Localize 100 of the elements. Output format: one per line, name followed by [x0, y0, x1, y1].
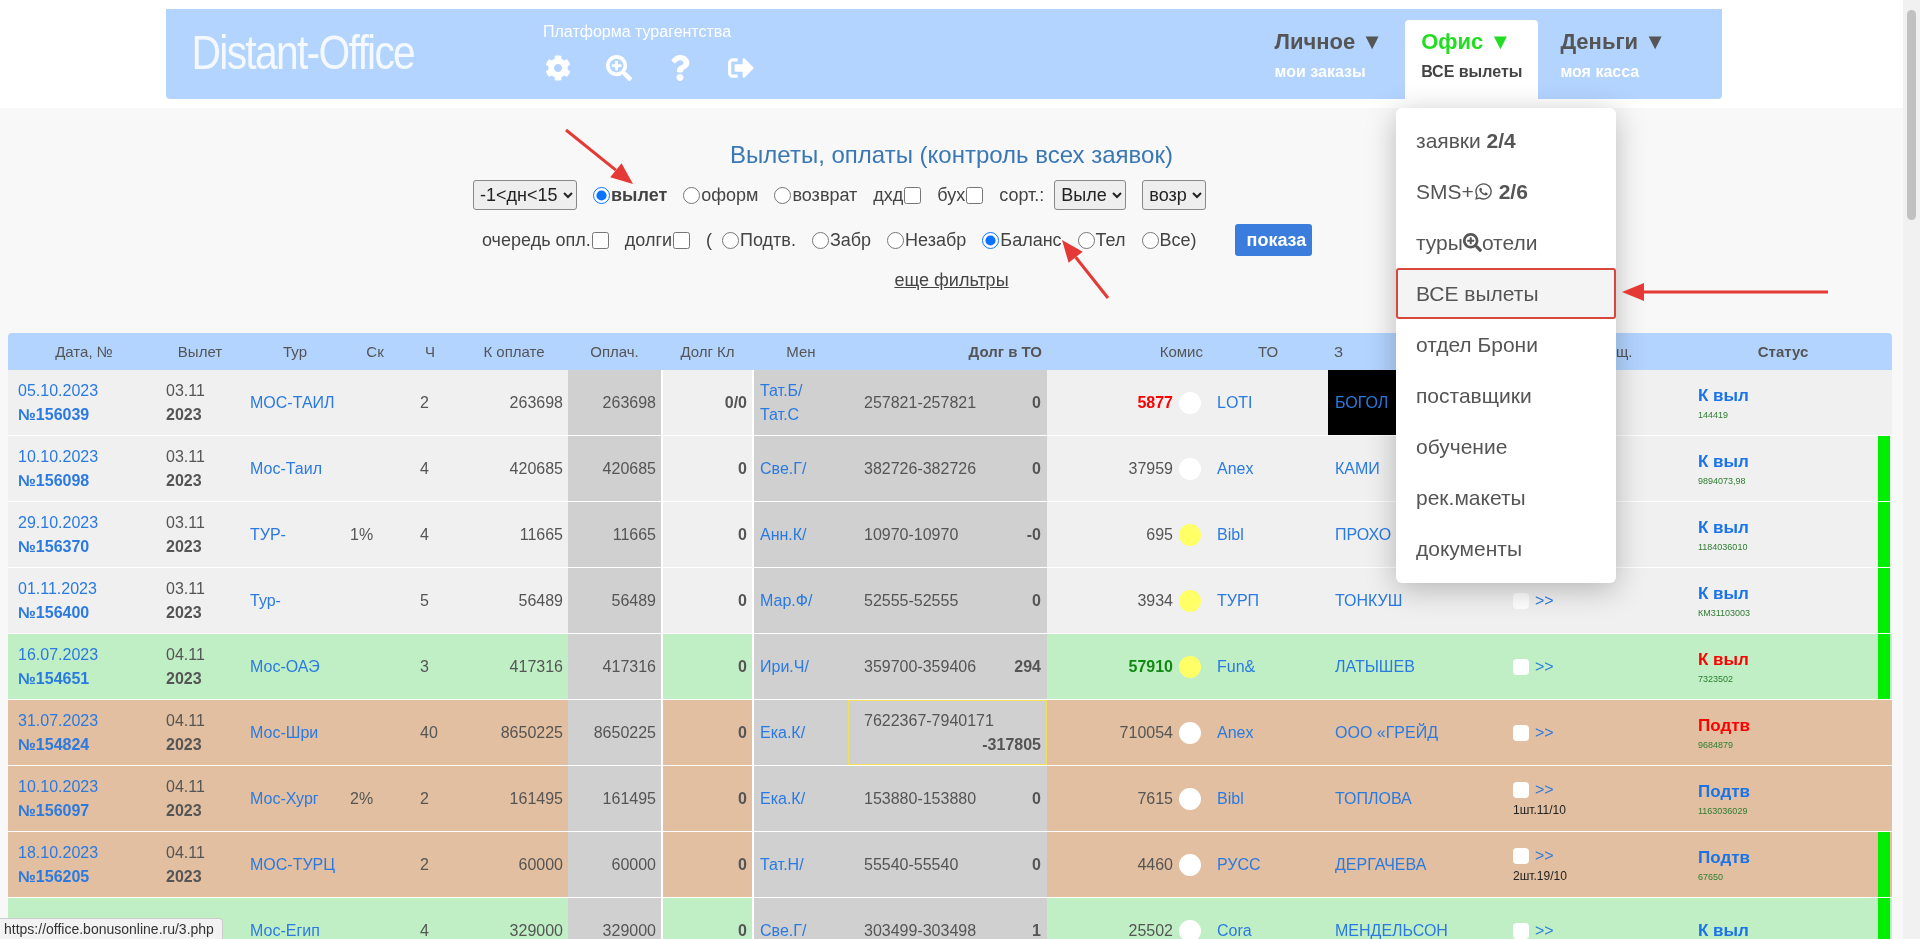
tour-link[interactable]: ТУР- [250, 525, 286, 544]
checkbox[interactable] [1513, 781, 1529, 798]
checkbox[interactable] [591, 231, 609, 249]
status-text[interactable]: К выл [1698, 649, 1878, 670]
order-date[interactable]: 18.10.2023 [18, 843, 99, 862]
filter-select[interactable]: возр [1142, 180, 1207, 210]
status-text[interactable]: К выл [1698, 517, 1878, 538]
manager-link[interactable]: Ири.Ч/ [760, 657, 809, 676]
order-number[interactable]: №156370 [18, 537, 90, 556]
radio-button[interactable] [887, 231, 905, 249]
column-header[interactable]: ТО [1208, 343, 1328, 360]
client-cell[interactable]: ООО «ГРЕЙД [1328, 700, 1503, 765]
column-header[interactable]: Комис [1047, 343, 1208, 360]
radio-button[interactable] [683, 186, 701, 204]
operator-link[interactable]: Anex [1217, 459, 1254, 478]
column-header[interactable]: Долг Кл [661, 343, 754, 360]
tour-link[interactable]: Тур- [250, 591, 281, 610]
status-text[interactable]: Подтв [1698, 847, 1878, 868]
checkbox[interactable] [1513, 922, 1529, 939]
order-date[interactable]: 16.07.2023 [18, 645, 99, 664]
radio-button[interactable] [1077, 231, 1095, 249]
checkbox[interactable] [966, 186, 984, 204]
order-number[interactable]: №156400 [18, 603, 90, 622]
status-text[interactable]: К выл [1698, 451, 1878, 472]
manager-link[interactable]: Тат.Н/ [760, 855, 804, 874]
radio-button[interactable] [1141, 231, 1159, 249]
operator-link[interactable]: LOTI [1217, 393, 1253, 412]
order-number[interactable]: №154651 [18, 669, 90, 688]
menu-item[interactable]: SMS+ 2/6 [1396, 166, 1616, 217]
radio-button[interactable] [811, 231, 829, 249]
status-text[interactable]: Подтв [1698, 715, 1878, 736]
details-link[interactable]: >> [1535, 921, 1554, 939]
tour-link[interactable]: Мос-Егип [250, 921, 320, 939]
order-number[interactable]: №154824 [18, 735, 90, 754]
status-text[interactable]: К выл [1698, 920, 1878, 939]
tour-link[interactable]: Мос-Хург [250, 789, 319, 808]
tour-link[interactable]: Мос-ОАЭ [250, 657, 320, 676]
filter-select[interactable]: -1<дн<15 [473, 180, 577, 210]
operator-link[interactable]: Anex [1217, 723, 1254, 742]
status-text[interactable]: К выл [1698, 583, 1878, 604]
order-number[interactable]: №156098 [18, 471, 90, 490]
tour-link[interactable]: Мос-Шри [250, 723, 319, 742]
menu-item[interactable]: обучение [1396, 421, 1616, 472]
menu-item[interactable]: туры отели [1396, 217, 1616, 268]
column-header[interactable]: Оплач. [568, 343, 661, 360]
menu-item[interactable]: заявки 2/4 [1396, 115, 1616, 166]
details-link[interactable]: >> [1535, 723, 1554, 742]
menu-item[interactable]: отдел Брони [1396, 319, 1616, 370]
more-filters-link[interactable]: еще фильтры [894, 264, 1009, 296]
scrollbar[interactable] [1903, 0, 1920, 939]
checkbox[interactable] [673, 231, 691, 249]
order-date[interactable]: 01.11.2023 [18, 579, 97, 598]
column-header[interactable]: К оплате [460, 343, 568, 360]
column-header[interactable]: Ч [400, 343, 460, 360]
radio-button[interactable] [722, 231, 740, 249]
checkbox[interactable] [1513, 847, 1529, 864]
operator-link[interactable]: Fun& [1217, 657, 1256, 676]
column-header[interactable]: Вылет [160, 343, 240, 360]
operator-link[interactable]: РУСС [1217, 855, 1261, 874]
column-header[interactable]: Долг в ТО [848, 343, 1047, 360]
operator-link[interactable]: Cora [1217, 921, 1252, 939]
order-date[interactable]: 10.10.2023 [18, 777, 99, 796]
radio-button[interactable] [774, 186, 792, 204]
details-link[interactable]: >> [1535, 780, 1554, 799]
client-cell[interactable]: ЛАТЫШЕВ [1328, 634, 1503, 699]
client-cell[interactable]: ДЕРГАЧЕВА [1328, 832, 1503, 897]
client-cell[interactable]: ТОПЛОВА [1328, 766, 1503, 831]
operator-link[interactable]: Bibl [1217, 789, 1244, 808]
operator-link[interactable]: Bibl [1217, 525, 1244, 544]
nav-menu[interactable]: Личное ▼ мои заказы [1258, 20, 1400, 99]
details-link[interactable]: >> [1535, 846, 1554, 865]
filter-select[interactable]: Выле [1054, 180, 1127, 210]
checkbox[interactable] [1513, 724, 1529, 741]
menu-item[interactable]: поставщики [1396, 370, 1616, 421]
menu-item[interactable]: рек.макеты [1396, 472, 1616, 523]
column-header[interactable]: Мен [754, 343, 848, 360]
checkbox[interactable] [1513, 658, 1529, 675]
manager-link[interactable]: Ека.К/ [760, 723, 806, 742]
order-date[interactable]: 10.10.2023 [18, 447, 99, 466]
nav-menu[interactable]: Деньги ▼ моя касса [1544, 20, 1682, 99]
details-link[interactable]: >> [1535, 591, 1554, 610]
menu-item[interactable]: документы [1396, 523, 1616, 574]
operator-link[interactable]: ТУРП [1217, 591, 1260, 610]
order-date[interactable]: 29.10.2023 [18, 513, 99, 532]
details-link[interactable]: >> [1535, 657, 1554, 676]
radio-button[interactable] [982, 231, 1000, 249]
column-header[interactable]: Тур [240, 343, 350, 360]
column-header[interactable]: Ск [350, 343, 400, 360]
manager-link[interactable]: Мар.Ф/ [760, 591, 813, 610]
nav-menu[interactable]: Офис ▼ ВСЕ вылеты [1405, 20, 1539, 99]
manager-link[interactable]: Тат.С [760, 405, 800, 424]
order-number[interactable]: №156097 [18, 801, 90, 820]
order-number[interactable]: №156039 [18, 405, 90, 424]
tour-link[interactable]: МОС-ТУРЦ [250, 855, 336, 874]
menu-item[interactable]: ВСЕ вылеты [1396, 268, 1616, 319]
tour-link[interactable]: Мос-Таил [250, 459, 322, 478]
status-text[interactable]: Подтв [1698, 781, 1878, 802]
client-cell[interactable]: МЕНДЕЛЬСОН [1328, 898, 1503, 939]
manager-link[interactable]: Све.Г/ [760, 459, 807, 478]
order-number[interactable]: №156205 [18, 867, 90, 886]
